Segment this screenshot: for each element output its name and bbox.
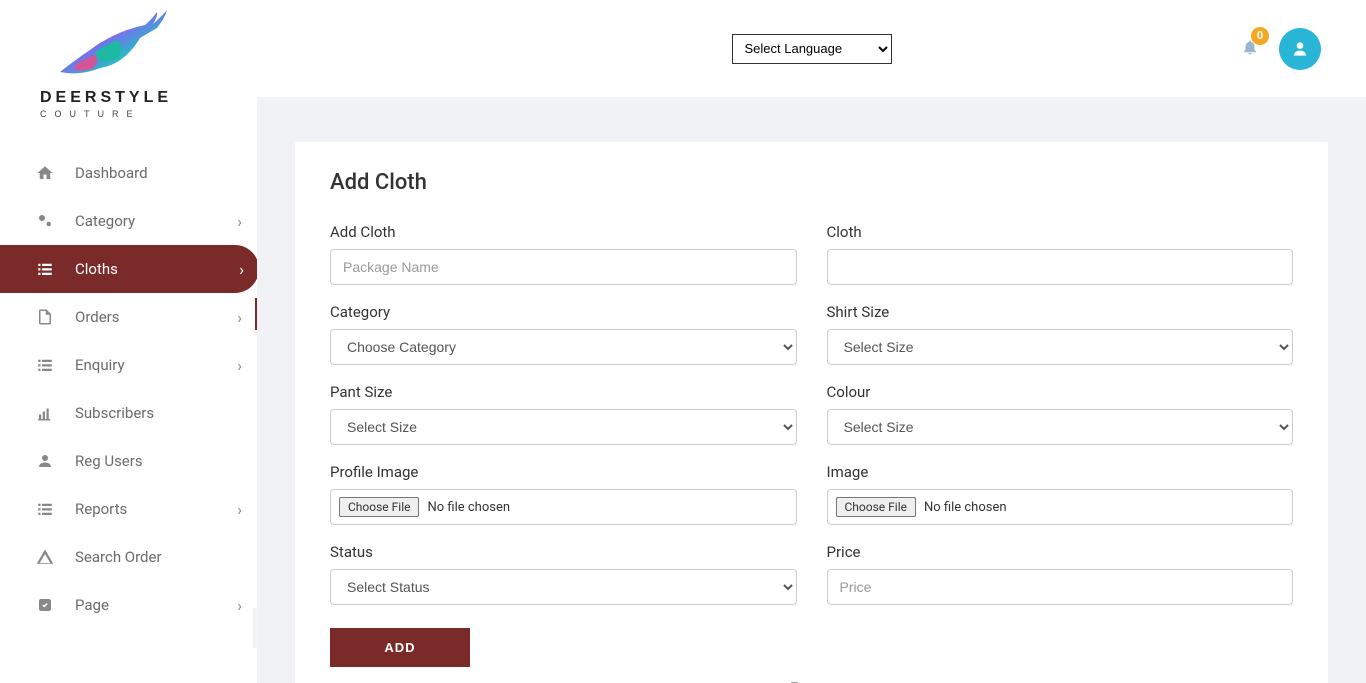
- home-icon: [35, 163, 55, 183]
- select-category[interactable]: Choose Category: [330, 329, 797, 365]
- chevron-right-icon: ›: [237, 596, 242, 615]
- language-selector-wrap: Select Language: [732, 34, 892, 64]
- sidebar-item-category[interactable]: Category ›: [0, 197, 257, 245]
- content-area: Add Cloth Add Cloth Cloth Category Choos…: [257, 97, 1366, 683]
- nav-label: Page: [75, 596, 109, 614]
- select-shirt-size[interactable]: Select Size: [827, 329, 1294, 365]
- user-avatar[interactable]: [1279, 28, 1321, 70]
- add-button[interactable]: ADD: [330, 628, 470, 667]
- topbar-right: 0: [1241, 28, 1321, 70]
- sidebar-item-subscribers[interactable]: Subscribers: [0, 389, 257, 437]
- chevron-right-icon: ›: [237, 308, 242, 327]
- sidebar-item-page[interactable]: Page ›: [0, 581, 257, 629]
- footer: Footer: [330, 667, 1293, 683]
- field-status: Status Select Status: [330, 543, 797, 605]
- label-add-cloth: Add Cloth: [330, 223, 797, 241]
- warning-icon: [35, 547, 55, 567]
- check-icon: [35, 595, 55, 615]
- document-icon: [35, 307, 55, 327]
- sidebar-item-orders[interactable]: Orders ›: [0, 293, 257, 341]
- file-status-text: No file chosen: [924, 500, 1007, 515]
- choose-file-button[interactable]: Choose File: [836, 497, 916, 517]
- chevron-right-icon: ›: [239, 260, 244, 279]
- chevron-right-icon: ›: [237, 212, 242, 231]
- sidebar-nav: Dashboard Category › Cloths › Orders ›: [0, 149, 257, 629]
- nav-label: Category: [75, 212, 135, 230]
- label-cloth: Cloth: [827, 223, 1294, 241]
- select-status[interactable]: Select Status: [330, 569, 797, 605]
- input-package-name[interactable]: [330, 249, 797, 285]
- chevron-right-icon: ›: [237, 500, 242, 519]
- label-profile-image: Profile Image: [330, 463, 797, 481]
- nav-label: Subscribers: [75, 404, 154, 422]
- nav-label: Enquiry: [75, 356, 125, 374]
- submit-group: ADD: [330, 623, 797, 667]
- field-shirt-size: Shirt Size Select Size: [827, 303, 1294, 365]
- field-pant-size: Pant Size Select Size: [330, 383, 797, 445]
- form-grid: Add Cloth Cloth Category Choose Category…: [330, 223, 1293, 667]
- field-price: Price: [827, 543, 1294, 605]
- form-card: Add Cloth Add Cloth Cloth Category Choos…: [295, 142, 1328, 683]
- select-colour[interactable]: Select Size: [827, 409, 1294, 445]
- label-status: Status: [330, 543, 797, 561]
- field-cloth: Cloth: [827, 223, 1294, 285]
- empty-cell: [827, 623, 1294, 667]
- label-price: Price: [827, 543, 1294, 561]
- field-add-cloth: Add Cloth: [330, 223, 797, 285]
- file-input-image[interactable]: Choose File No file chosen: [827, 489, 1294, 525]
- field-image: Image Choose File No file chosen: [827, 463, 1294, 525]
- nav-label: Dashboard: [75, 164, 148, 182]
- notifications-button[interactable]: 0: [1241, 37, 1259, 61]
- field-profile-image: Profile Image Choose File No file chosen: [330, 463, 797, 525]
- nav-label: Orders: [75, 308, 120, 326]
- sidebar-item-enquiry[interactable]: Enquiry ›: [0, 341, 257, 389]
- file-status-text: No file chosen: [427, 500, 510, 515]
- label-colour: Colour: [827, 383, 1294, 401]
- sidebar-item-reports[interactable]: Reports ›: [0, 485, 257, 533]
- file-input-profile[interactable]: Choose File No file chosen: [330, 489, 797, 525]
- label-shirt-size: Shirt Size: [827, 303, 1294, 321]
- nav-label: Reports: [75, 500, 127, 518]
- sidebar-item-dashboard[interactable]: Dashboard: [0, 149, 257, 197]
- field-colour: Colour Select Size: [827, 383, 1294, 445]
- user-icon: [1290, 39, 1310, 59]
- nav-label: Reg Users: [75, 452, 143, 470]
- list-icon: [35, 355, 55, 375]
- label-category: Category: [330, 303, 797, 321]
- page-title: Add Cloth: [330, 170, 1293, 195]
- select-pant-size[interactable]: Select Size: [330, 409, 797, 445]
- brand-name: DEERSTYLE: [40, 89, 257, 107]
- label-pant-size: Pant Size: [330, 383, 797, 401]
- nav-label: Search Order: [75, 548, 162, 566]
- settings-icon: [35, 211, 55, 231]
- notification-badge: 0: [1251, 27, 1269, 45]
- list-icon: [35, 499, 55, 519]
- nav-label: Cloths: [75, 260, 118, 278]
- input-cloth[interactable]: [827, 249, 1294, 285]
- language-select[interactable]: Select Language: [732, 34, 892, 64]
- field-category: Category Choose Category: [330, 303, 797, 365]
- sidebar-item-search-order[interactable]: Search Order: [0, 533, 257, 581]
- choose-file-button[interactable]: Choose File: [339, 497, 419, 517]
- list-icon: [35, 259, 55, 279]
- sidebar-item-cloths[interactable]: Cloths ›: [0, 245, 259, 293]
- label-image: Image: [827, 463, 1294, 481]
- brand-logo-area: DEERSTYLE COUTURE: [0, 0, 257, 134]
- chart-icon: [35, 403, 55, 423]
- input-price[interactable]: [827, 569, 1294, 605]
- user-icon: [35, 451, 55, 471]
- brand-subtitle: COUTURE: [40, 109, 257, 119]
- sidebar-item-reg-users[interactable]: Reg Users: [0, 437, 257, 485]
- chevron-right-icon: ›: [237, 356, 242, 375]
- sidebar: DEERSTYLE COUTURE Dashboard Category › C…: [0, 0, 257, 683]
- deer-logo-icon: [45, 10, 175, 80]
- topbar: Select Language 0: [257, 0, 1366, 97]
